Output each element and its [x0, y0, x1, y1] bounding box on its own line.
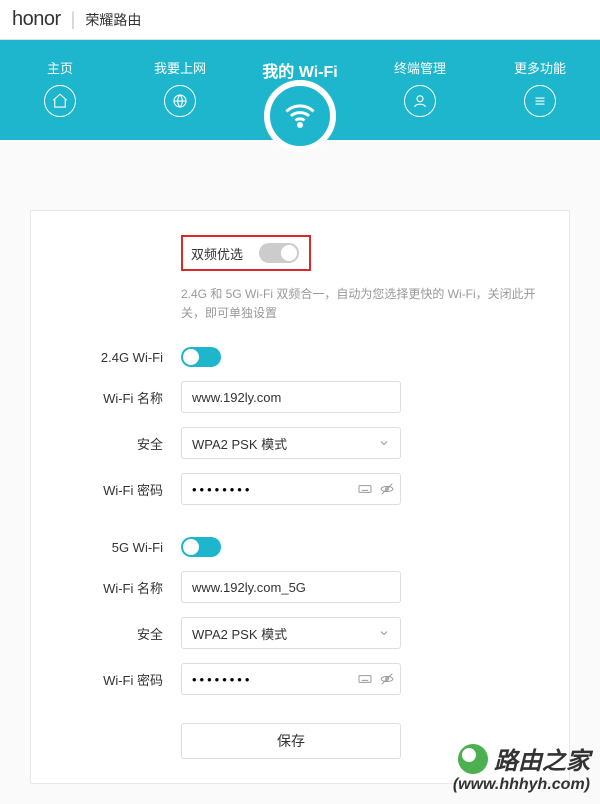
- product-name: 荣耀路由: [85, 10, 141, 30]
- nav-wifi-label: 我的 Wi-Fi: [240, 58, 360, 82]
- g5-name-input[interactable]: [181, 571, 401, 603]
- dual-band-label: 双频优选: [183, 244, 259, 263]
- nav-home-label: 主页: [0, 58, 120, 77]
- globe-icon: [164, 85, 196, 117]
- nav-internet[interactable]: 我要上网: [120, 58, 240, 117]
- g5-enable-toggle[interactable]: [181, 537, 221, 557]
- g24-name-input[interactable]: [181, 381, 401, 413]
- nav-internet-label: 我要上网: [120, 58, 240, 77]
- g24-security-value: WPA2 PSK 模式: [192, 434, 287, 453]
- dual-band-highlight: 双频优选: [181, 235, 311, 271]
- chevron-down-icon: [378, 627, 390, 639]
- g5-password-label: Wi-Fi 密码: [61, 670, 181, 689]
- home-icon: [44, 85, 76, 117]
- chevron-down-icon: [378, 437, 390, 449]
- g5-security-label: 安全: [61, 624, 181, 643]
- g24-password-label: Wi-Fi 密码: [61, 480, 181, 499]
- g24-enable-label: 2.4G Wi-Fi: [61, 350, 181, 365]
- menu-icon: [524, 85, 556, 117]
- nav-bar: 主页 我要上网 我的 Wi-Fi 终端管理 更多功能: [0, 40, 600, 140]
- wifi-icon: [264, 80, 336, 152]
- eye-off-icon[interactable]: [379, 481, 395, 497]
- g5-security-select[interactable]: WPA2 PSK 模式: [181, 617, 401, 649]
- wifi-panel: 双频优选 2.4G 和 5G Wi-Fi 双频合一，自动为您选择更快的 Wi-F…: [30, 210, 570, 784]
- user-icon: [404, 85, 436, 117]
- nav-more-label: 更多功能: [480, 58, 600, 77]
- g24-name-label: Wi-Fi 名称: [61, 388, 181, 407]
- dual-band-description: 2.4G 和 5G Wi-Fi 双频合一，自动为您选择更快的 Wi-Fi，关闭此…: [181, 285, 539, 323]
- honor-logo: honor: [12, 8, 61, 31]
- nav-clients-label: 终端管理: [360, 58, 480, 77]
- g5-security-value: WPA2 PSK 模式: [192, 624, 287, 643]
- g24-enable-toggle[interactable]: [181, 347, 221, 367]
- keyboard-icon[interactable]: [357, 481, 373, 497]
- nav-more[interactable]: 更多功能: [480, 58, 600, 117]
- nav-clients[interactable]: 终端管理: [360, 58, 480, 117]
- g24-security-select[interactable]: WPA2 PSK 模式: [181, 427, 401, 459]
- content-area: 双频优选 2.4G 和 5G Wi-Fi 双频合一，自动为您选择更快的 Wi-F…: [0, 140, 600, 804]
- g24-security-label: 安全: [61, 434, 181, 453]
- nav-home[interactable]: 主页: [0, 58, 120, 117]
- save-button[interactable]: 保存: [181, 723, 401, 759]
- top-bar: honor | 荣耀路由: [0, 0, 600, 40]
- dual-band-toggle[interactable]: [259, 243, 299, 263]
- g5-enable-label: 5G Wi-Fi: [61, 540, 181, 555]
- logo-separator: |: [71, 9, 76, 30]
- g5-name-label: Wi-Fi 名称: [61, 578, 181, 597]
